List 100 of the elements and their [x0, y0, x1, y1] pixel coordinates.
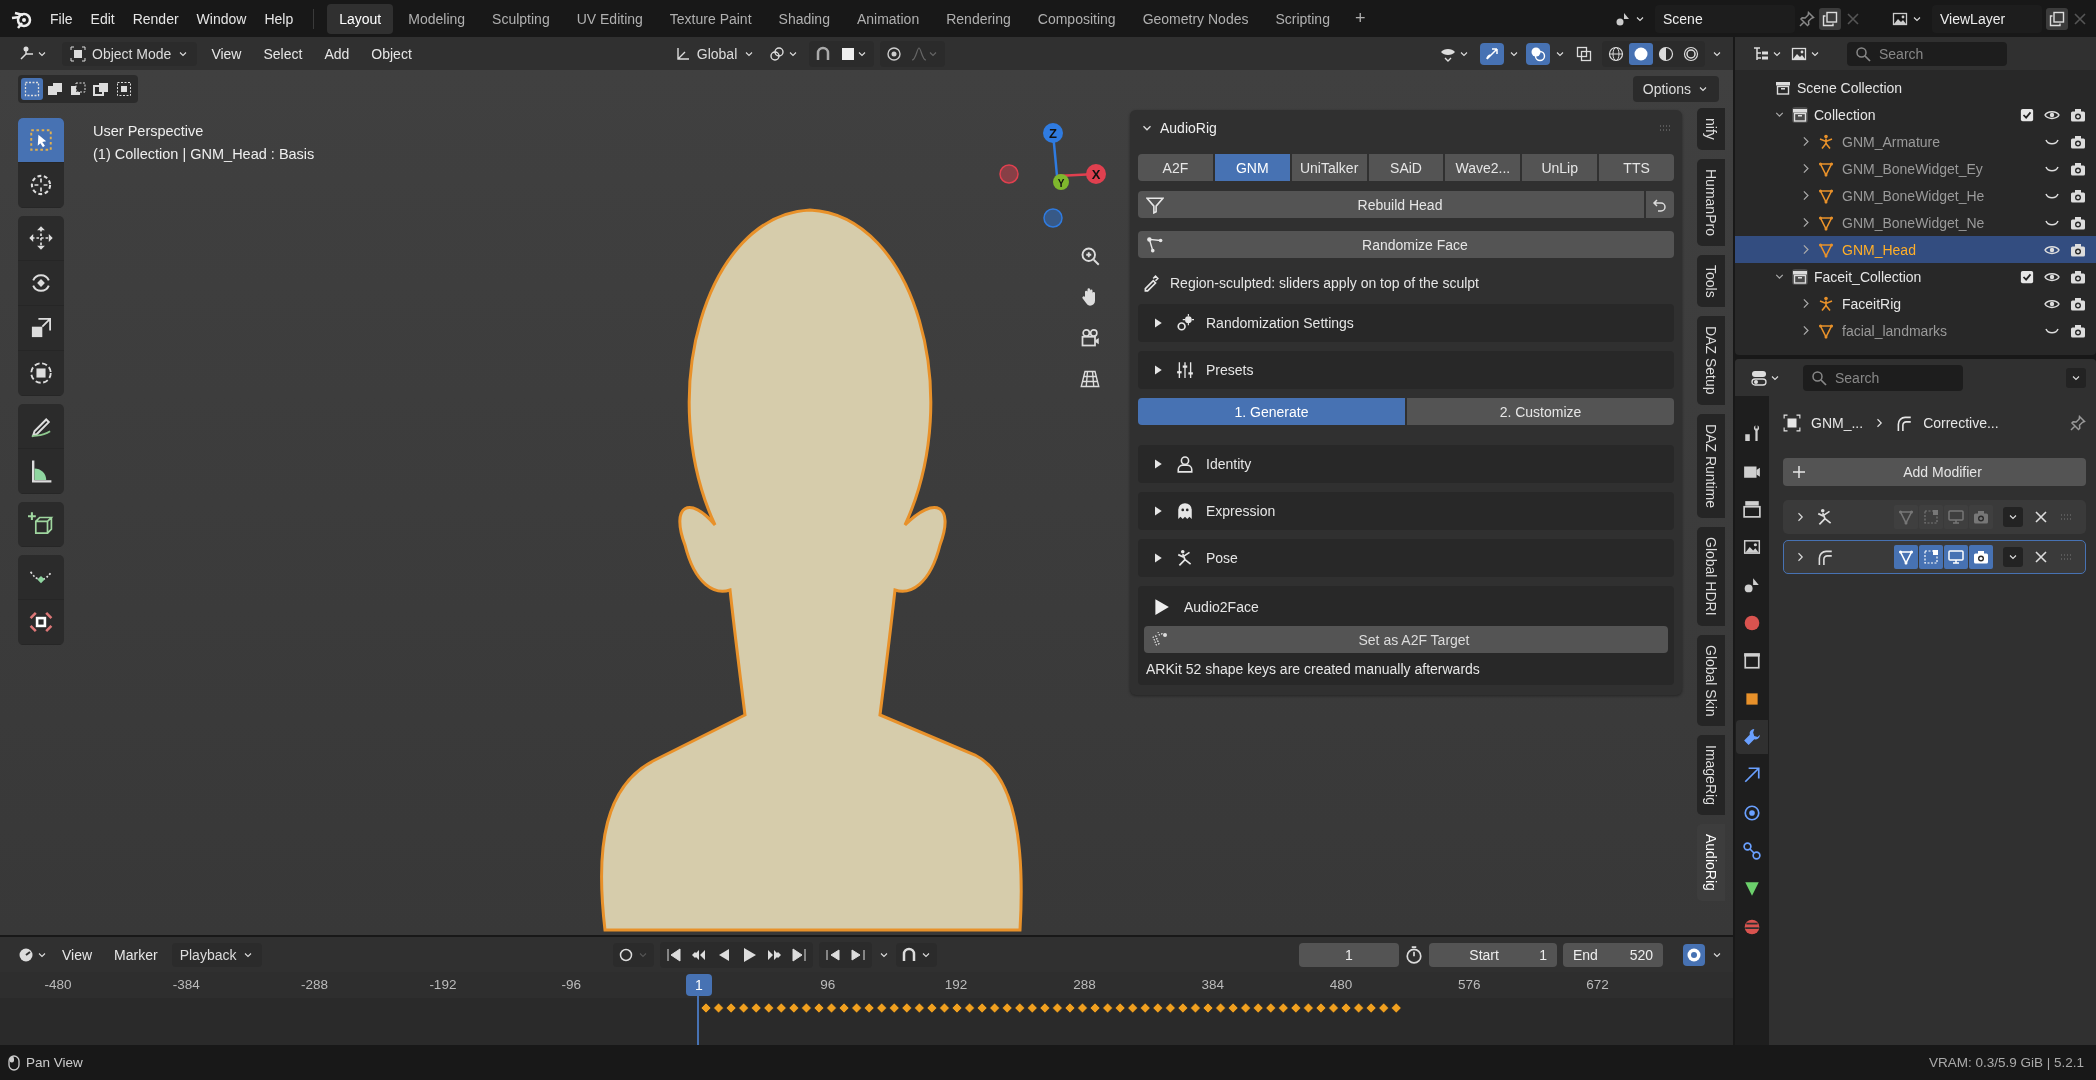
item-label: GNM_BoneWidget_He: [1842, 187, 1985, 204]
workspace-tab[interactable]: Modeling: [396, 3, 478, 34]
search-field[interactable]: Search: [1847, 41, 2007, 66]
menu-item[interactable]: Add: [316, 41, 358, 66]
frame-tick-label: 96: [820, 977, 836, 992]
menu-item[interactable]: Select: [255, 41, 311, 66]
section-header[interactable]: Randomization Settings: [1138, 304, 1674, 342]
frame-tick-label: -480: [44, 977, 72, 992]
mode-dropdown[interactable]: Object Mode: [62, 41, 198, 66]
item-label: FaceitRig: [1842, 295, 1902, 312]
workspace-tab[interactable]: Geometry Nodes: [1130, 3, 1261, 34]
section-header[interactable]: Pose: [1138, 539, 1674, 577]
search-field[interactable]: Search: [1803, 364, 1963, 391]
tab[interactable]: UniTalker: [1291, 154, 1367, 181]
sidebar-tab[interactable]: DAZ Runtime: [1697, 413, 1725, 518]
tab[interactable]: TTS: [1599, 154, 1674, 181]
frame-tick-label: -288: [301, 977, 329, 992]
current-frame-field[interactable]: 1: [1299, 942, 1399, 967]
outliner-row[interactable]: FaceitRig: [1735, 290, 2096, 317]
add-modifier-button[interactable]: Add Modifier: [1783, 458, 2086, 486]
tab[interactable]: GNM: [1214, 154, 1290, 181]
item-label: Faceit_Collection: [1814, 268, 1922, 285]
menu-item[interactable]: Help: [256, 5, 302, 32]
outliner-row[interactable]: Faceit_Collection: [1735, 263, 2096, 290]
workspace-tab[interactable]: Layout: [327, 3, 394, 34]
breadcrumb-item: GNM_...: [1811, 415, 1864, 431]
outliner-row[interactable]: GNM_BoneWidget_Ey: [1735, 155, 2096, 182]
frame-tick-label: -192: [429, 977, 457, 992]
field-value: 1: [1539, 946, 1547, 963]
field-label: End: [1573, 946, 1598, 963]
orientation-label: Global: [696, 45, 738, 62]
field-value: 520: [1629, 946, 1653, 963]
sidebar-tab[interactable]: Tools: [1697, 254, 1725, 308]
start-frame-field[interactable]: Start 1: [1429, 942, 1557, 967]
sidebar-tab[interactable]: DAZ Setup: [1697, 316, 1725, 405]
item-label: Collection: [1814, 106, 1876, 123]
frame-tick-label: 480: [1329, 977, 1353, 992]
end-frame-field[interactable]: End 520: [1563, 942, 1663, 967]
workspace-tab[interactable]: Sculpting: [480, 3, 562, 34]
sidebar-tab[interactable]: ImageRig: [1697, 735, 1725, 816]
menu-item[interactable]: Marker: [106, 942, 166, 967]
playback-dropdown[interactable]: Playback: [171, 942, 263, 967]
item-label: GNM_Armature: [1842, 133, 1941, 150]
panel-title: AudioRig: [1160, 120, 1217, 136]
field-label: Start: [1468, 946, 1500, 963]
options-dropdown[interactable]: Options: [1632, 76, 1719, 102]
status-hint: Pan View: [26, 1055, 83, 1070]
frame-tick-label: 384: [1201, 977, 1224, 992]
current-frame-indicator[interactable]: 1: [686, 974, 712, 996]
orientation-dropdown[interactable]: Global: [670, 42, 760, 65]
set-target-button[interactable]: Set as A2F Target: [1144, 626, 1668, 653]
tab[interactable]: A2F: [1138, 154, 1213, 181]
menu-item[interactable]: Object: [363, 41, 420, 66]
menu-item[interactable]: Edit: [82, 5, 123, 32]
workspace-tab[interactable]: Rendering: [934, 3, 1023, 34]
section-header[interactable]: Presets: [1138, 351, 1674, 389]
outliner-row[interactable]: facial_landmarks: [1735, 317, 2096, 344]
menu-item[interactable]: View: [203, 41, 250, 66]
tab[interactable]: Wave2...: [1445, 154, 1521, 181]
frame-tick-label: 576: [1458, 977, 1481, 992]
outliner-row[interactable]: GNM_BoneWidget_Ne: [1735, 209, 2096, 236]
item-label: GNM_BoneWidget_Ne: [1842, 214, 1985, 231]
sidebar-tab[interactable]: Global HDRI: [1697, 526, 1725, 626]
tab[interactable]: SAiD: [1368, 154, 1444, 181]
navigation-gizmo[interactable]: Z Y X: [999, 123, 1106, 228]
frame-tick-label: 672: [1586, 977, 1609, 992]
workspace-tab[interactable]: UV Editing: [564, 3, 655, 34]
menu-item[interactable]: Render: [124, 5, 187, 32]
outliner-row[interactable]: GNM_Armature: [1735, 128, 2096, 155]
section-header[interactable]: Identity: [1138, 445, 1674, 483]
workspace-tab[interactable]: Compositing: [1025, 3, 1128, 34]
sidebar-tab[interactable]: nify: [1697, 108, 1725, 150]
axis-label: X: [1091, 166, 1101, 182]
workspace-tab[interactable]: Texture Paint: [657, 3, 764, 34]
outliner-row[interactable]: Collection: [1735, 101, 2096, 128]
sidebar-tab[interactable]: AudioRig: [1697, 824, 1725, 901]
tab[interactable]: UnLip: [1522, 154, 1598, 181]
view-layer-field[interactable]: ViewLayer: [1932, 4, 2042, 33]
outliner-row[interactable]: GNM_BoneWidget_He: [1735, 182, 2096, 209]
menu-item[interactable]: Window: [188, 5, 255, 32]
workspace-tab[interactable]: Scripting: [1263, 3, 1342, 34]
step-tab[interactable]: 1. Generate: [1138, 398, 1405, 425]
outliner-row[interactable]: GNM_Head: [1735, 236, 2096, 263]
axis-label: Y: [1057, 177, 1065, 189]
sidebar-tab[interactable]: HumanPro: [1697, 158, 1725, 246]
workspace-tab[interactable]: Shading: [766, 3, 842, 34]
step-tab[interactable]: 2. Customize: [1407, 398, 1674, 425]
add-workspace-button[interactable]: +: [1344, 5, 1376, 32]
menu-item[interactable]: File: [42, 5, 81, 32]
menu-item[interactable]: View: [54, 942, 101, 967]
workspace-tab[interactable]: Animation: [844, 3, 932, 34]
scene-field[interactable]: Scene: [1655, 4, 1795, 33]
tree-item[interactable]: Scene Collection: [1797, 79, 1903, 96]
rebuild-head-button[interactable]: Rebuild Head: [1138, 191, 1644, 218]
randomize-face-button[interactable]: Randomize Face: [1138, 231, 1674, 258]
section-header[interactable]: Expression: [1138, 492, 1674, 530]
sidebar-tab[interactable]: Global Skin: [1697, 634, 1725, 727]
frame-tick-label: 288: [1073, 977, 1096, 992]
frame-tick-label: 192: [944, 977, 968, 992]
status-info: VRAM: 0.3/5.9 GiB | 5.2.1: [1928, 1055, 2084, 1070]
